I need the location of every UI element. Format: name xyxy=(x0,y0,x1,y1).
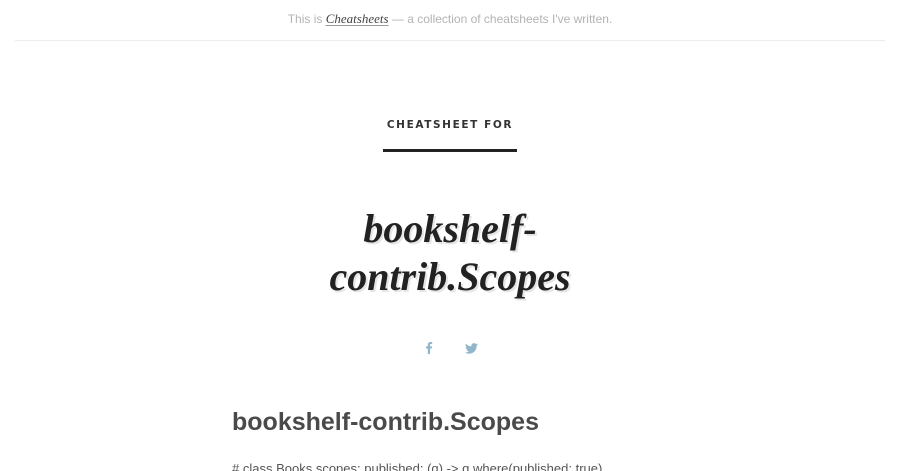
top-notice-text: This is Cheatsheets — a collection of ch… xyxy=(15,11,885,27)
top-notice-suffix: — a collection of cheatsheets I've writt… xyxy=(391,12,613,26)
facebook-share-button[interactable] xyxy=(420,339,438,357)
page-title: bookshelf- contrib.Scopes xyxy=(250,205,650,301)
title-divider xyxy=(383,149,517,152)
top-notice-bar: This is Cheatsheets — a collection of ch… xyxy=(15,0,885,41)
twitter-icon xyxy=(464,342,478,354)
page-title-line-2: contrib.Scopes xyxy=(329,253,571,299)
cheatsheets-link[interactable]: Cheatsheets xyxy=(326,11,389,26)
content-heading: bookshelf-contrib.Scopes xyxy=(232,408,539,436)
code-snippet-line: # class Books scopes: published: (q) -> … xyxy=(232,461,603,471)
pre-title: CHEATSHEET FOR xyxy=(386,119,514,131)
twitter-share-button[interactable] xyxy=(462,339,480,357)
page-title-line-1: bookshelf- xyxy=(363,205,537,251)
top-notice-prefix: This is xyxy=(287,12,323,26)
facebook-icon xyxy=(425,342,433,354)
